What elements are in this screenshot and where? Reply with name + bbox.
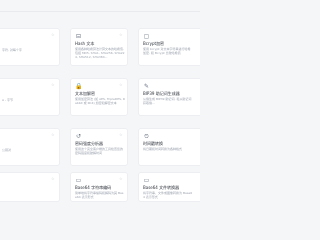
favorite-star-icon[interactable]: ☆	[51, 83, 55, 87]
favorite-star-icon[interactable]: ☆	[51, 33, 55, 37]
tool-card-base64-file[interactable]: ▭ Base64 文件转换器 将字符串、文件或图像转换为 Base64 表示形式	[138, 172, 200, 202]
tool-card-title: Base64 文件转换器	[143, 185, 180, 190]
tool-card-description: 字符, 对每个字	[2, 48, 22, 52]
favorite-star-icon[interactable]: ☆	[51, 177, 55, 181]
favorite-star-icon[interactable]: ☆	[119, 33, 123, 37]
tool-card-text-encrypt[interactable]: 🔒 ☆ 文本加解密 使用加密算法 (如 AES, TripleDES, Rabb…	[70, 78, 128, 116]
tool-card-title: 密码强度分析器	[75, 141, 103, 146]
bcrypt-icon: ▢	[143, 33, 150, 40]
tool-card-description: 使用加密算法 (如 AES, TripleDES, Rabbit 或 RC4) …	[75, 97, 125, 105]
tool-card-description: 使用这个完全客户端的工具检查您的密码强度和破解时间	[75, 147, 124, 155]
favorite-star-icon[interactable]: ☆	[119, 133, 123, 137]
tool-card-description: 将字符串、文件或图像转换为 Base64 表示形式	[143, 191, 193, 199]
lock-icon: 🔒	[75, 83, 83, 90]
tool-card-description: 使用各种哈希算法计算文本的哈希值, 包括 MD5, SHA1, SHA256, …	[75, 47, 125, 59]
tool-card-description: 使用 bcrypt 对文本字符串进行哈希加密, 和 Bcrypt 比较哈希值	[143, 47, 191, 55]
tool-card-title: Hash 文本	[75, 41, 95, 46]
tool-card-base64-string[interactable]: ▭ ☆ Base64 字符串编码 简单地将字符串编码和解码为其 Base64 表…	[70, 172, 128, 202]
tool-card-timestamp[interactable]: ⏲ 时间戳转换 将日期和时间转换为各种格式	[138, 128, 200, 166]
favorite-star-icon[interactable]: ☆	[51, 133, 55, 137]
document-icon: ▭	[75, 177, 82, 184]
tool-card-partial-left[interactable]: ☆	[0, 172, 60, 202]
tool-card-description: 公钥对	[2, 148, 12, 152]
tools-page: ☆ 字符, 对每个字 ⊟ ☆ Hash 文本 使用各种哈希算法计算文本的哈希值,…	[0, 0, 200, 202]
favorite-star-icon[interactable]: ☆	[119, 83, 123, 87]
tool-card-title: BIP39 助记词生成器	[143, 91, 180, 96]
tool-card-partial-left[interactable]: ☆ A - 字节	[0, 78, 60, 116]
tool-card-description: 从熵生成 BIP39 助记词, 和从助记词获取熵...	[143, 97, 192, 105]
tool-card-partial-left[interactable]: ☆ 公钥对	[0, 128, 60, 166]
tool-card-description: 将日期和时间转换为各种格式	[143, 147, 183, 151]
tool-card-partial-left[interactable]: ☆ 字符, 对每个字	[0, 28, 60, 66]
tool-card-title: Bcrypt加密	[143, 41, 165, 46]
edit-icon: ✎	[143, 83, 150, 90]
tool-card-description: A - 字节	[2, 98, 14, 102]
clock-icon: ⏲	[144, 133, 149, 140]
tool-card-password-strength[interactable]: ↺ ☆ 密码强度分析器 使用这个完全客户端的工具检查您的密码强度和破解时间	[70, 128, 128, 166]
favorite-star-icon[interactable]: ☆	[119, 177, 123, 181]
document-icon: ▭	[143, 177, 150, 184]
tool-card-hash-text[interactable]: ⊟ ☆ Hash 文本 使用各种哈希算法计算文本的哈希值, 包括 MD5, SH…	[70, 28, 128, 66]
tool-card-title: 时间戳转换	[143, 141, 163, 146]
tool-card-description: 简单地将字符串编码和解码为其 Base64 表示形式	[75, 191, 124, 199]
hash-icon: ⊟	[75, 33, 82, 40]
tool-card-bip39[interactable]: ✎ BIP39 助记词生成器 从熵生成 BIP39 助记词, 和从助记词获取熵.…	[138, 78, 200, 116]
tool-card-bcrypt[interactable]: ▢ Bcrypt加密 使用 bcrypt 对文本字符串进行哈希加密, 和 Bcr…	[138, 28, 200, 66]
refresh-icon: ↺	[75, 133, 82, 140]
tool-card-grid: ☆ 字符, 对每个字 ⊟ ☆ Hash 文本 使用各种哈希算法计算文本的哈希值,…	[0, 0, 200, 202]
tool-card-title: 文本加解密	[75, 91, 95, 96]
tool-card-title: Base64 字符串编码	[75, 185, 112, 190]
